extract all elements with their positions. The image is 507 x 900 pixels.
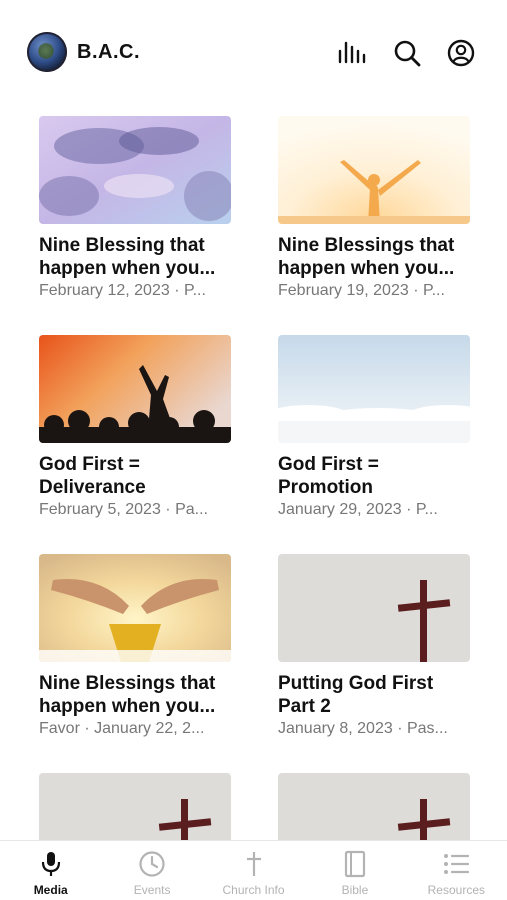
account-icon[interactable] [446,38,476,68]
media-thumbnail[interactable] [278,116,470,224]
microphone-icon [41,852,60,876]
media-card[interactable]: Nine Blessing that happen when you... Fe… [39,116,231,301]
media-title: Nine Blessing that happen when you... [39,235,216,279]
media-title: God First = Promotion [278,454,379,498]
audio-bars-icon[interactable] [337,38,367,68]
bottom-tab-bar: Media Events Church Info Bible Resources [0,840,507,900]
media-thumbnail[interactable] [39,773,231,840]
cross-icon [246,852,261,876]
tab-events[interactable]: Events [101,841,202,900]
media-subtitle: January 29, 2023 · P... [278,501,438,518]
media-subtitle: February 12, 2023 · P... [39,282,206,299]
tab-media[interactable]: Media [0,841,101,900]
media-title: Nine Blessings that happen when you... [39,673,216,717]
media-card[interactable]: God First = Promotion January 29, 2023 ·… [278,335,470,520]
media-card[interactable]: Putting God First Part 2 January 8, 2023… [278,554,470,739]
media-thumbnail[interactable] [278,773,470,840]
media-thumbnail[interactable] [39,554,231,662]
tab-label: Bible [341,883,369,897]
media-card[interactable]: God First = Deliverance February 5, 2023… [39,335,231,520]
tab-church-info[interactable]: Church Info [203,841,304,900]
tab-label: Media [33,883,68,897]
tab-bible[interactable]: Bible [304,841,405,900]
media-thumbnail[interactable] [39,116,231,224]
media-title: Putting God First Part 2 [278,673,434,717]
logo-globe-icon[interactable] [27,32,67,72]
search-icon[interactable] [392,38,422,68]
tab-resources[interactable]: Resources [406,841,507,900]
media-card[interactable] [39,773,231,840]
media-card[interactable]: Nine Blessings that happen when you... F… [39,554,231,739]
media-thumbnail[interactable] [278,554,470,662]
media-card[interactable] [278,773,470,840]
app-title: B.A.C. [77,41,140,63]
app-header: B.A.C. [0,0,507,100]
media-grid: Nine Blessing that happen when you... Fe… [0,100,507,840]
media-title: Nine Blessings that happen when you... [278,235,455,279]
book-icon [344,850,366,878]
media-subtitle: February 5, 2023 · Pa... [39,501,208,518]
media-subtitle: Favor · January 22, 2... [39,720,205,737]
media-subtitle: January 8, 2023 · Pas... [278,720,448,737]
list-icon [444,854,470,874]
media-subtitle: February 19, 2023 · P... [278,282,445,299]
media-card[interactable]: Nine Blessings that happen when you... F… [278,116,470,301]
clock-icon [139,851,165,877]
media-thumbnail[interactable] [278,335,470,443]
media-title: God First = Deliverance [39,454,146,498]
tab-label: Events [133,883,171,897]
media-thumbnail[interactable] [39,335,231,443]
tab-label: Church Info [222,883,285,897]
tab-label: Resources [427,883,485,897]
